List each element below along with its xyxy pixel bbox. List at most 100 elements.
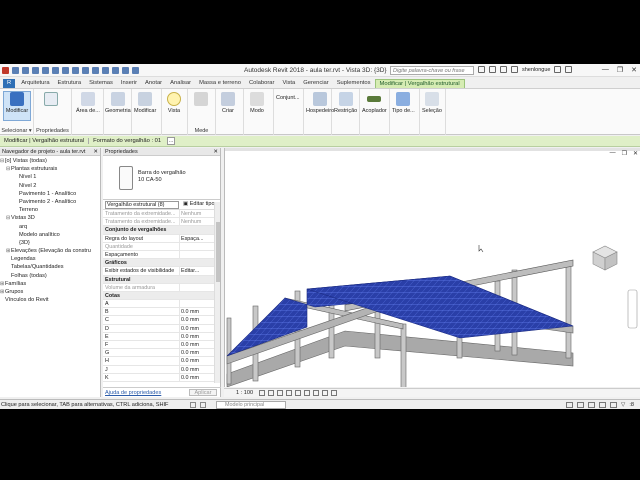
tree-item[interactable]: ⊟[o] Vistas (todas) (0, 157, 100, 165)
property-row[interactable]: K 0.0 mm (103, 373, 220, 382)
property-value[interactable]: 0.0 mm (180, 325, 208, 332)
model-selector[interactable]: Modelo principal (216, 400, 286, 409)
dimension-icon[interactable] (82, 66, 89, 74)
type-name[interactable]: Barra do vergalhão 10 CA-50 (138, 170, 186, 184)
host-button[interactable]: Hospedeiro (306, 92, 334, 114)
tree-item[interactable]: Tabelas/Quantidades (0, 263, 100, 271)
property-row[interactable]: C 0.0 mm (103, 316, 220, 325)
lock-3d-icon[interactable] (304, 390, 311, 396)
navigation-bar[interactable] (627, 289, 638, 329)
shadows-icon[interactable] (286, 390, 293, 396)
mode-button[interactable]: Modo (250, 92, 264, 114)
binoculars-icon[interactable] (478, 66, 485, 73)
properties-scrollbar[interactable] (214, 202, 220, 383)
worksets-icon[interactable] (190, 401, 196, 408)
coupler-button[interactable]: Acoplador (362, 92, 387, 114)
hide-isolate-icon[interactable] (322, 390, 329, 396)
properties-help-link[interactable]: Ajuda de propriedades (103, 390, 161, 396)
tree-item[interactable]: arq (0, 223, 100, 231)
measure-button[interactable] (194, 92, 208, 108)
property-value[interactable]: 0.0 mm (180, 349, 208, 356)
file-tab[interactable]: R (3, 79, 16, 88)
minimize-button[interactable]: — (602, 66, 609, 74)
conjunto-button[interactable]: Conjunt... (276, 95, 300, 101)
star-icon[interactable] (500, 66, 507, 73)
cart-icon[interactable] (554, 66, 562, 73)
instance-selector[interactable]: Vergalhão estrutural (8) (105, 200, 179, 209)
sync-icon[interactable] (32, 66, 39, 74)
tree-item[interactable]: Folhas (todas) (0, 272, 100, 280)
sun-path-icon[interactable] (277, 390, 284, 396)
user-icon[interactable] (511, 66, 518, 73)
property-row[interactable]: D 0.0 mm (103, 324, 220, 333)
help-icon[interactable] (565, 66, 573, 73)
tree-item[interactable]: Pavimento 1 - Analítico (0, 190, 100, 198)
section-icon[interactable] (112, 66, 119, 74)
filter-icon[interactable]: ▽ (621, 402, 625, 408)
format-label[interactable]: Formato do vergalhão : 01 (89, 138, 165, 144)
modify-button[interactable]: Modificar (134, 92, 156, 114)
modify-select-button[interactable]: Modificar (3, 91, 31, 121)
tree-item[interactable]: Pavimento 2 - Analítico (0, 198, 100, 206)
design-options-icon[interactable] (200, 401, 206, 408)
undo-icon[interactable] (42, 66, 49, 74)
redo-icon[interactable] (52, 66, 59, 74)
property-group[interactable]: Cotas (103, 291, 220, 301)
selection-button[interactable]: Seleção (422, 92, 442, 114)
tree-item[interactable]: Legendas (0, 255, 100, 263)
thin-lines-icon[interactable] (122, 66, 129, 74)
measure-icon[interactable] (72, 66, 79, 74)
type-button[interactable]: Tipo de... (392, 92, 415, 114)
close-icon[interactable]: ✕ (213, 148, 218, 155)
tree-item[interactable]: Vínculos do Revit (0, 296, 100, 304)
tree-item[interactable]: ⊞Grupos (0, 288, 100, 296)
property-row[interactable]: J 0.0 mm (103, 365, 220, 374)
tree-item[interactable]: ⊟Vistas 3D (0, 214, 100, 222)
tab-7[interactable]: Massa e terreno (195, 79, 245, 88)
property-value[interactable]: 0.0 mm (180, 357, 208, 364)
edit-type-button[interactable]: ▣ Editar tipo (183, 201, 215, 207)
close-windows-icon[interactable] (132, 66, 139, 74)
reveal-hidden-icon[interactable] (331, 390, 338, 396)
tree-item[interactable]: ⊞Elevações (Elevação da constru (0, 247, 100, 255)
create-button[interactable]: Criar (221, 92, 235, 114)
panel-measure-label[interactable]: Mede (188, 128, 215, 134)
property-row[interactable]: Regra do layout Espaça... (103, 234, 220, 243)
property-row[interactable]: H 0.0 mm (103, 357, 220, 366)
property-row[interactable]: G 0.0 mm (103, 349, 220, 358)
tab-6[interactable]: Analisar (166, 79, 195, 88)
maximize-button[interactable]: ❐ (617, 66, 623, 74)
drag-elements-icon[interactable] (610, 401, 618, 408)
tree-item[interactable]: Modelo analítico (0, 231, 100, 239)
detail-level-icon[interactable] (259, 390, 266, 396)
geometry-button[interactable]: Geometria (105, 92, 131, 114)
property-group[interactable]: Gráficos (103, 259, 220, 268)
tab-5[interactable]: Anotar (141, 79, 166, 88)
tab-1[interactable]: Arquitetura (17, 79, 53, 88)
user-name[interactable]: shenlongue (522, 67, 550, 73)
3d-viewport[interactable]: — ❐ ✕ (224, 148, 640, 387)
tree-item[interactable]: ⊞Famílias (0, 280, 100, 288)
property-value[interactable]: Editar... (180, 267, 208, 274)
property-value[interactable]: 0.0 mm (180, 308, 208, 315)
select-by-face-icon[interactable] (599, 401, 607, 408)
property-row[interactable]: A (103, 300, 220, 309)
tree-item[interactable]: ⊟Plantas estruturais (0, 165, 100, 173)
property-group[interactable]: Conjunto de vergalhões (103, 226, 220, 235)
building-model[interactable] (225, 148, 640, 387)
select-links-icon[interactable] (566, 401, 574, 408)
property-value[interactable]: 0.0 mm (180, 366, 208, 373)
tab-4[interactable]: Inserir (117, 79, 141, 88)
property-value[interactable]: 0.0 mm (180, 316, 208, 323)
property-value[interactable] (180, 251, 208, 258)
property-row[interactable]: F 0.0 mm (103, 341, 220, 350)
view-button[interactable]: Vista (167, 92, 181, 114)
tree-item[interactable]: Nível 2 (0, 182, 100, 190)
property-row[interactable]: Espaçamento (103, 250, 220, 260)
tree-item[interactable]: Terreno (0, 206, 100, 214)
close-button[interactable]: ✕ (631, 66, 637, 74)
subscription-icon[interactable] (489, 66, 496, 73)
panel-select-label[interactable]: Selecionar ▾ (0, 128, 33, 134)
tree-item[interactable]: {3D} (0, 239, 100, 247)
scroll-thumb[interactable] (216, 222, 220, 282)
